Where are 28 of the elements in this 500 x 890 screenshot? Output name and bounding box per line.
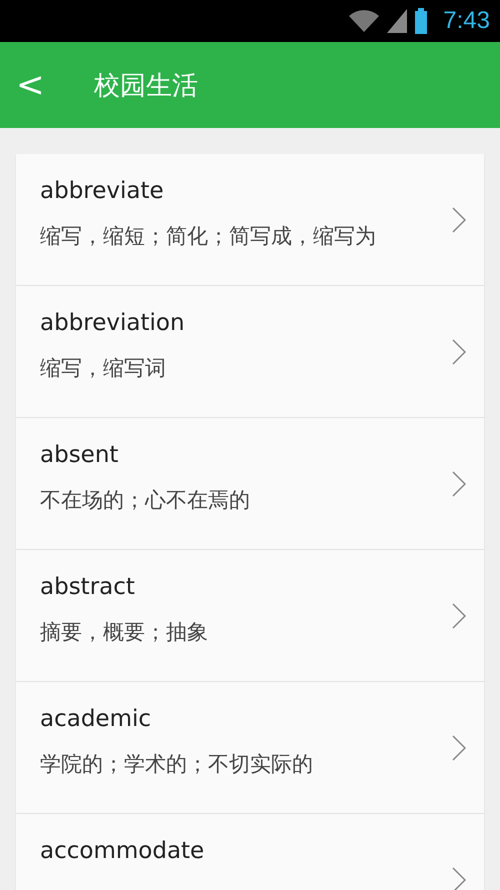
chevron-icon — [452, 206, 466, 232]
word-text: abbreviation — [40, 310, 185, 336]
word-text: abbreviate — [40, 178, 164, 204]
chevron-icon — [452, 470, 466, 496]
word-row[interactable]: absent 不在场的；心不在焉的 — [16, 418, 484, 550]
meaning-text: 缩写，缩写词 — [40, 355, 166, 382]
word-row[interactable]: academic 学院的；学术的；不切实际的 — [16, 682, 484, 814]
meaning-text: 缩写，缩短；简化；简写成，缩写为 — [40, 223, 376, 250]
meaning-text: 不在场的；心不在焉的 — [40, 487, 250, 514]
page-title: 校园生活 — [94, 70, 198, 102]
status-time: 7:43 — [443, 7, 490, 35]
battery-icon — [415, 8, 428, 34]
word-row[interactable]: accommodate — [16, 814, 484, 890]
word-row[interactable]: abstract 摘要，概要；抽象 — [16, 550, 484, 682]
word-row[interactable]: abbreviation 缩写，缩写词 — [16, 286, 484, 418]
signal-icon — [387, 9, 408, 33]
meaning-text: 摘要，概要；抽象 — [40, 619, 208, 646]
chevron-icon — [452, 338, 466, 364]
word-text: accommodate — [40, 838, 204, 864]
word-text: abstract — [40, 574, 135, 600]
wifi-icon — [349, 9, 380, 33]
word-text: absent — [40, 442, 118, 468]
word-text: academic — [40, 706, 152, 732]
meaning-text: 学院的；学术的；不切实际的 — [40, 751, 313, 778]
chevron-icon — [452, 734, 466, 760]
word-row[interactable]: abbreviate 缩写，缩短；简化；简写成，缩写为 — [16, 154, 484, 286]
chevron-icon — [452, 866, 466, 890]
chevron-icon — [452, 602, 466, 628]
